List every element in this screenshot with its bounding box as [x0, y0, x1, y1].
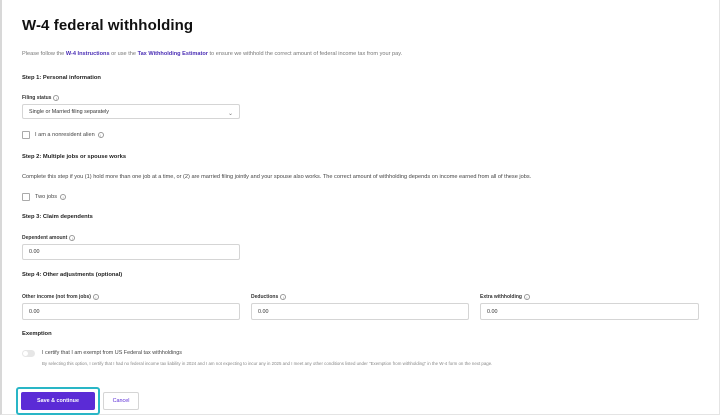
nonresident-checkbox[interactable]	[22, 131, 30, 139]
deductions-input[interactable]: 0.00	[251, 303, 469, 320]
page-frame: W-4 federal withholding Please follow th…	[0, 0, 720, 415]
intro-suffix: to ensure we withhold the correct amount…	[207, 51, 403, 57]
info-icon[interactable]: i	[523, 294, 530, 300]
extra-withholding-label-text: Extra withholding	[480, 294, 522, 300]
intro-mid: or use the	[109, 51, 138, 57]
two-jobs-label: Two jobs i	[35, 194, 67, 200]
nonresident-label-text: I am a nonresident alien	[35, 132, 95, 138]
nonresident-label: I am a nonresident alien i	[35, 132, 104, 138]
deductions-value: 0.00	[258, 308, 269, 315]
step1-heading: Step 1: Personal information	[22, 75, 101, 81]
info-icon[interactable]: i	[60, 194, 67, 200]
intro-prefix: Please follow the	[22, 51, 66, 57]
filing-status-label: Filing status i	[22, 95, 60, 101]
step2-description: Complete this step if you (1) hold more …	[22, 174, 532, 180]
extra-withholding-input[interactable]: 0.00	[480, 303, 699, 320]
info-icon[interactable]: i	[92, 294, 99, 300]
filing-status-value: Single or Married filing separately	[29, 108, 109, 115]
cancel-button[interactable]: Cancel	[103, 392, 139, 410]
filing-status-select[interactable]: Single or Married filing separately ⌄	[22, 104, 240, 119]
step4-heading: Step 4: Other adjustments (optional)	[22, 272, 123, 278]
two-jobs-label-text: Two jobs	[35, 194, 58, 200]
deductions-label-text: Deductions	[251, 294, 279, 300]
intro-text: Please follow the W-4 Instructions or us…	[22, 51, 402, 57]
other-income-label-text: Other income (not from jobs)	[22, 294, 91, 300]
extra-withholding-value: 0.00	[487, 308, 498, 315]
page-title: W-4 federal withholding	[22, 17, 194, 34]
info-icon[interactable]: i	[97, 132, 104, 138]
info-icon[interactable]: i	[69, 235, 76, 241]
two-jobs-checkbox[interactable]	[22, 193, 30, 201]
other-income-input[interactable]: 0.00	[22, 303, 240, 320]
info-icon[interactable]: i	[53, 95, 60, 101]
exemption-heading: Exemption	[22, 331, 52, 337]
deductions-label: Deductions i	[251, 294, 287, 300]
dependent-amount-value: 0.00	[29, 249, 40, 255]
dependent-amount-label: Dependent amount i	[22, 235, 76, 241]
w4-instructions-link[interactable]: W-4 Instructions	[66, 51, 110, 57]
exemption-certify-label: I certify that I am exempt from US Feder…	[42, 350, 182, 356]
other-income-label: Other income (not from jobs) i	[22, 294, 99, 300]
chevron-down-icon: ⌄	[227, 111, 233, 117]
dependent-amount-input[interactable]: 0.00	[22, 244, 240, 260]
exemption-certify-subtext: By selecting this option, I certify that…	[42, 361, 493, 366]
step2-heading: Step 2: Multiple jobs or spouse works	[22, 154, 127, 160]
info-icon[interactable]: i	[280, 294, 287, 300]
tax-estimator-link[interactable]: Tax Withholding Estimator	[138, 51, 208, 57]
extra-withholding-label: Extra withholding i	[480, 294, 530, 300]
other-income-value: 0.00	[29, 308, 40, 315]
exemption-toggle[interactable]	[22, 350, 35, 357]
step3-heading: Step 3: Claim dependents	[22, 214, 93, 220]
filing-status-label-text: Filing status	[22, 95, 52, 101]
dependent-amount-label-text: Dependent amount	[22, 235, 68, 241]
save-continue-button[interactable]: Save & continue	[21, 392, 95, 410]
